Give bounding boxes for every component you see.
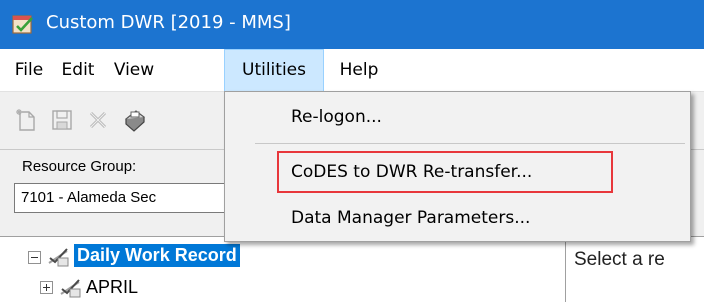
menu-item-codes-retransfer[interactable]: CoDES to DWR Re-transfer... bbox=[291, 162, 532, 182]
window-title: Custom DWR [2019 - MMS] bbox=[46, 12, 291, 33]
title-bar: Custom DWR [2019 - MMS] bbox=[0, 0, 704, 49]
tree-node-april[interactable]: APRIL bbox=[86, 277, 138, 298]
check-list-icon bbox=[48, 248, 69, 267]
menu-utilities[interactable]: Utilities bbox=[224, 49, 324, 92]
utilities-menu: Re-logon... CoDES to DWR Re-transfer... … bbox=[224, 91, 691, 242]
tree-collapse-toggle[interactable] bbox=[28, 251, 41, 264]
check-list-icon bbox=[60, 279, 81, 298]
detail-panel: Select a re bbox=[566, 236, 704, 302]
resource-group-label: Resource Group: bbox=[22, 158, 137, 175]
calendar-check-icon bbox=[12, 15, 33, 34]
menu-view[interactable]: View bbox=[106, 49, 162, 92]
save-icon[interactable] bbox=[48, 106, 76, 134]
menu-separator bbox=[255, 143, 685, 144]
menu-bar: File Edit View Utilities Help bbox=[0, 49, 704, 92]
tree-node-daily-work-record[interactable]: Daily Work Record bbox=[74, 244, 240, 267]
menu-item-relogon[interactable]: Re-logon... bbox=[291, 107, 382, 127]
detail-prompt-text: Select a re bbox=[574, 249, 665, 270]
print-icon[interactable] bbox=[120, 106, 148, 134]
menu-file[interactable]: File bbox=[10, 49, 48, 92]
tree-view: Daily Work Record APRIL bbox=[0, 236, 566, 302]
delete-icon[interactable] bbox=[84, 106, 112, 134]
tree-expand-toggle[interactable] bbox=[40, 281, 53, 294]
menu-help[interactable]: Help bbox=[334, 49, 384, 92]
menu-edit[interactable]: Edit bbox=[56, 49, 100, 92]
new-document-icon[interactable] bbox=[12, 106, 40, 134]
menu-item-data-manager-parameters[interactable]: Data Manager Parameters... bbox=[291, 208, 530, 228]
